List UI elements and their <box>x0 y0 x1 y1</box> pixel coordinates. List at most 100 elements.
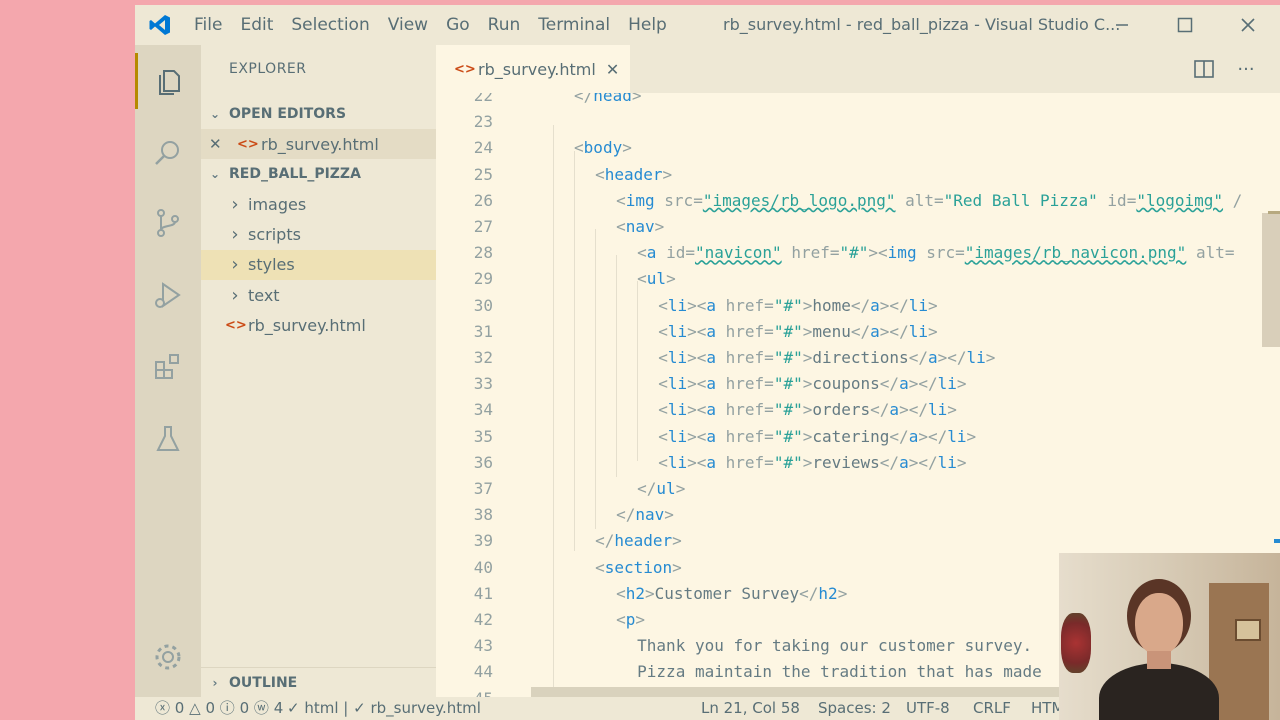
folder-header[interactable]: ⌄ RED_BALL_PIZZA <box>201 159 436 189</box>
encoding-status[interactable]: UTF-8 <box>906 697 950 720</box>
sidebar-title: EXPLORER <box>229 61 307 77</box>
tree-item-rb-survey-html[interactable]: <> rb_survey.html <box>201 311 436 341</box>
code-content: <li><a href="#">directions</a></li> <box>658 348 996 367</box>
line-number: 25 <box>473 164 493 184</box>
tab-bar: <> rb_survey.html ✕ ··· <box>436 45 1280 93</box>
horizontal-scrollbar[interactable] <box>531 687 1061 697</box>
eol-status[interactable]: CRLF <box>973 697 1011 720</box>
tab-label: rb_survey.html <box>478 59 596 79</box>
tree-item-label: rb_survey.html <box>248 316 366 336</box>
menu-selection[interactable]: Selection <box>282 5 378 45</box>
activity-bar <box>135 45 201 697</box>
code-content: <li><a href="#">coupons</a></li> <box>658 374 967 394</box>
code-line: 26 <img src="images/rb_logo.png" alt="Red… <box>436 188 1243 214</box>
source-control-icon[interactable] <box>135 195 201 251</box>
tab-rb-survey[interactable]: <> rb_survey.html ✕ <box>436 45 630 93</box>
webcam-overlay <box>1059 553 1280 720</box>
line-number: 27 <box>473 217 493 236</box>
code-line: 38 </nav> <box>436 502 674 528</box>
tree-item-label: scripts <box>248 224 301 244</box>
testing-icon[interactable] <box>135 411 201 467</box>
check-icon: ✓ <box>287 699 300 717</box>
tree-item-scripts[interactable]: › scripts <box>201 219 436 249</box>
code-content: <body> <box>574 138 632 158</box>
html-check-status[interactable]: ✓ html | ✓ rb_survey.html <box>287 697 481 720</box>
menu-file[interactable]: File <box>185 5 231 45</box>
tree-item-label: images <box>248 194 307 214</box>
code-content: <p> <box>616 610 646 629</box>
run-debug-icon[interactable] <box>135 267 201 323</box>
chevron-right-icon: › <box>231 284 239 306</box>
webcam-person-face <box>1135 593 1183 655</box>
code-line: 34 <li><a href="#">orders</a></li> <box>436 397 957 423</box>
title-bar: File Edit Selection View Go Run Terminal Help r… <box>135 5 1280 45</box>
code-line: 30 <li><a href="#">home</a></li> <box>436 293 938 319</box>
close-tab-icon[interactable]: ✕ <box>606 60 619 79</box>
code-content: Thank you for taking our customer survey… <box>637 636 1033 656</box>
scrollbar-thumb[interactable] <box>1262 213 1280 347</box>
line-number: 30 <box>473 295 493 315</box>
indentation-status[interactable]: Spaces: 2 <box>818 697 891 720</box>
problems-status[interactable]: ⓧ 0 △ 0 ⓘ 0 ⓦ 4 <box>155 697 283 720</box>
code-line: 37 </ul> <box>436 476 686 502</box>
menu-view[interactable]: View <box>379 5 437 45</box>
tree-item-label: styles <box>248 255 295 275</box>
line-number: 26 <box>473 190 493 210</box>
line-number: 35 <box>473 426 493 446</box>
tree-item-images[interactable]: › images <box>201 189 436 219</box>
extensions-icon[interactable] <box>135 339 201 395</box>
line-number: 44 <box>473 662 493 682</box>
menu-run[interactable]: Run <box>479 5 530 45</box>
menu-edit[interactable]: Edit <box>231 5 282 45</box>
maximize-icon[interactable] <box>1153 5 1216 45</box>
code-content: <h2>Customer Survey</h2> <box>616 583 848 603</box>
indent-guide <box>595 229 596 529</box>
code-line: 32 <li><a href="#">directions</a></li> <box>436 345 996 371</box>
code-content: <li><a href="#">home</a></li> <box>658 295 938 315</box>
close-editor-icon[interactable]: ✕ <box>209 135 237 153</box>
minimize-icon[interactable] <box>1090 5 1153 45</box>
menu-go[interactable]: Go <box>437 5 479 45</box>
code-content: </head> <box>574 93 642 105</box>
folder-label: RED_BALL_PIZZA <box>229 166 361 182</box>
cursor-position[interactable]: Ln 21, Col 58 <box>701 697 800 720</box>
split-editor-icon[interactable] <box>1192 57 1216 81</box>
code-content: Pizza maintain the tradition that has ma… <box>637 662 1042 682</box>
open-editors-header[interactable]: ⌄ OPEN EDITORS <box>201 99 436 129</box>
line-number: 32 <box>473 348 493 367</box>
code-line: 27 <nav> <box>436 214 665 240</box>
menu-terminal[interactable]: Terminal <box>529 5 619 45</box>
html-file-icon: <> <box>454 61 476 77</box>
code-content: </header> <box>595 531 682 551</box>
webcam-frame <box>1235 619 1261 641</box>
outline-header[interactable]: › OUTLINE <box>201 667 436 698</box>
html-file-icon: <> <box>225 318 247 334</box>
webcam-person-neck <box>1147 651 1171 669</box>
close-window-icon[interactable] <box>1216 5 1279 45</box>
code-line: 33 <li><a href="#">coupons</a></li> <box>436 371 967 397</box>
code-line: 28 <a id="navicon" href="#"><img src="ima… <box>436 240 1235 266</box>
line-number: 33 <box>473 374 493 394</box>
line-number: 45 <box>436 686 493 697</box>
explorer-icon[interactable] <box>135 53 204 109</box>
code-line: 25 <header> <box>436 162 672 188</box>
line-number: 42 <box>473 610 493 629</box>
code-line: 22 </head> <box>436 93 642 109</box>
tree-item-styles[interactable]: › styles <box>201 249 436 280</box>
chevron-right-icon: › <box>231 223 239 245</box>
code-content: <nav> <box>616 217 665 236</box>
more-actions-icon[interactable]: ··· <box>1234 57 1258 81</box>
tree-item-text[interactable]: › text <box>201 280 436 310</box>
code-content: <li><a href="#">catering</a></li> <box>658 426 977 446</box>
search-icon[interactable] <box>135 125 201 181</box>
window-title: rb_survey.html - red_ball_pizza - Visual… <box>723 15 1121 34</box>
menu-help[interactable]: Help <box>619 5 676 45</box>
open-editor-item[interactable]: ✕ <> rb_survey.html <box>201 129 436 159</box>
code-line: 36 <li><a href="#">reviews</a></li> <box>436 450 967 476</box>
code-line: 41 <h2>Customer Survey</h2> <box>436 581 848 607</box>
indent-guide <box>574 151 575 551</box>
line-number: 34 <box>473 400 493 420</box>
code-content: <li><a href="#">reviews</a></li> <box>658 452 967 472</box>
manage-gear-icon[interactable] <box>135 629 201 685</box>
vscode-logo-icon <box>135 5 185 45</box>
